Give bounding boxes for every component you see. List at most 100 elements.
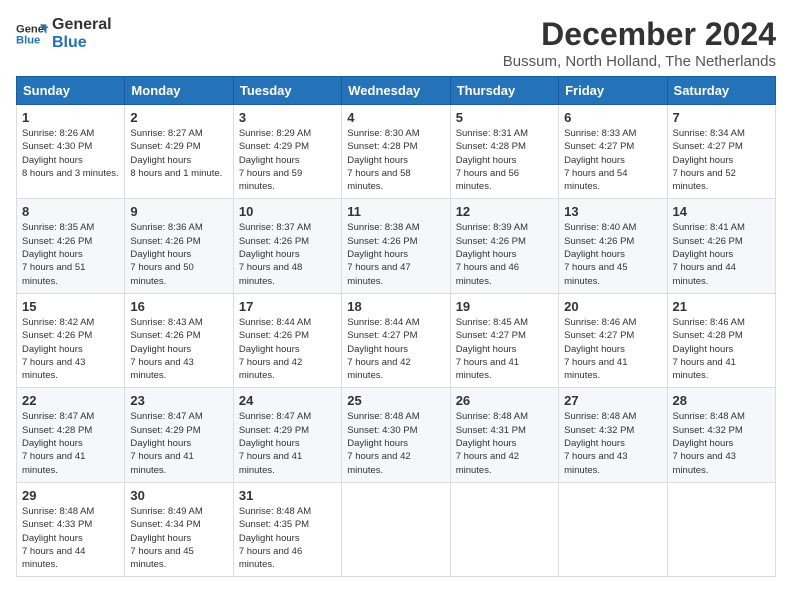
cell-content: Sunrise: 8:48 AMSunset: 4:32 PMDaylight …: [564, 411, 636, 475]
cell-content: Sunrise: 8:30 AMSunset: 4:28 PMDaylight …: [347, 128, 419, 192]
calendar-cell: 2Sunrise: 8:27 AMSunset: 4:29 PMDaylight…: [125, 105, 233, 199]
cell-content: Sunrise: 8:31 AMSunset: 4:28 PMDaylight …: [456, 128, 528, 192]
day-number: 6: [564, 110, 661, 125]
logo-general: General: [52, 16, 112, 34]
day-number: 31: [239, 488, 336, 503]
calendar-cell: 21Sunrise: 8:46 AMSunset: 4:28 PMDayligh…: [667, 293, 775, 387]
calendar-cell: 13 Sunrise: 8:40 AMSunset: 4:26 PMDayligh…: [559, 199, 667, 293]
cell-content: Sunrise: 8:44 AMSunset: 4:27 PMDaylight …: [347, 317, 419, 381]
cell-content: Sunrise: 8:47 AMSunset: 4:28 PMDaylight …: [22, 411, 94, 475]
calendar-cell: 11 Sunrise: 8:38 AMSunset: 4:26 PMDayligh…: [342, 199, 450, 293]
day-number: 28: [673, 393, 770, 408]
day-number: 30: [130, 488, 227, 503]
cell-content: Sunrise: 8:43 AMSunset: 4:26 PMDaylight …: [130, 317, 202, 381]
calendar-cell: 27 Sunrise: 8:48 AMSunset: 4:32 PMDayligh…: [559, 388, 667, 482]
weekday-header-wednesday: Wednesday: [342, 77, 450, 105]
cell-content: Sunrise: 8:48 AMSunset: 4:33 PMDaylight …: [22, 506, 94, 570]
cell-content: Sunrise: 8:36 AMSunset: 4:26 PMDaylight …: [130, 222, 202, 286]
calendar-cell: [559, 482, 667, 576]
day-number: 10: [239, 204, 336, 219]
calendar-cell: 19Sunrise: 8:45 AMSunset: 4:27 PMDayligh…: [450, 293, 558, 387]
calendar-week-5: 29Sunrise: 8:48 AMSunset: 4:33 PMDayligh…: [17, 482, 776, 576]
day-number: 12: [456, 204, 553, 219]
calendar-cell: 3 Sunrise: 8:29 AMSunset: 4:29 PMDaylight…: [233, 105, 341, 199]
weekday-header-tuesday: Tuesday: [233, 77, 341, 105]
cell-content: Sunrise: 8:38 AMSunset: 4:26 PMDaylight …: [347, 222, 419, 286]
day-number: 14: [673, 204, 770, 219]
day-number: 15: [22, 299, 119, 314]
subtitle: Bussum, North Holland, The Netherlands: [503, 53, 776, 70]
calendar-cell: 6 Sunrise: 8:33 AMSunset: 4:27 PMDaylight…: [559, 105, 667, 199]
calendar-cell: 9 Sunrise: 8:36 AMSunset: 4:26 PMDaylight…: [125, 199, 233, 293]
cell-content: Sunrise: 8:40 AMSunset: 4:26 PMDaylight …: [564, 222, 636, 286]
day-number: 22: [22, 393, 119, 408]
cell-content: Sunrise: 8:48 AMSunset: 4:35 PMDaylight …: [239, 506, 311, 570]
calendar-cell: 23Sunrise: 8:47 AMSunset: 4:29 PMDayligh…: [125, 388, 233, 482]
calendar-cell: 5 Sunrise: 8:31 AMSunset: 4:28 PMDaylight…: [450, 105, 558, 199]
cell-content: Sunrise: 8:48 AMSunset: 4:32 PMDaylight …: [673, 411, 745, 475]
calendar-cell: 22 Sunrise: 8:47 AMSunset: 4:28 PMDayligh…: [17, 388, 125, 482]
weekday-header-sunday: Sunday: [17, 77, 125, 105]
calendar-cell: 26Sunrise: 8:48 AMSunset: 4:31 PMDayligh…: [450, 388, 558, 482]
cell-content: Sunrise: 8:41 AMSunset: 4:26 PMDaylight …: [673, 222, 745, 286]
calendar-cell: 18Sunrise: 8:44 AMSunset: 4:27 PMDayligh…: [342, 293, 450, 387]
svg-text:Blue: Blue: [16, 34, 40, 46]
day-number: 23: [130, 393, 227, 408]
calendar-cell: 7 Sunrise: 8:34 AMSunset: 4:27 PMDaylight…: [667, 105, 775, 199]
day-number: 27: [564, 393, 661, 408]
cell-content: Sunrise: 8:47 AMSunset: 4:29 PMDaylight …: [239, 411, 311, 475]
calendar-cell: 15 Sunrise: 8:42 AMSunset: 4:26 PMDayligh…: [17, 293, 125, 387]
weekday-header-thursday: Thursday: [450, 77, 558, 105]
calendar-cell: 24Sunrise: 8:47 AMSunset: 4:29 PMDayligh…: [233, 388, 341, 482]
cell-content: Sunrise: 8:39 AMSunset: 4:26 PMDaylight …: [456, 222, 528, 286]
calendar-cell: 16Sunrise: 8:43 AMSunset: 4:26 PMDayligh…: [125, 293, 233, 387]
day-number: 17: [239, 299, 336, 314]
calendar-cell: 12 Sunrise: 8:39 AMSunset: 4:26 PMDayligh…: [450, 199, 558, 293]
cell-content: Sunrise: 8:29 AMSunset: 4:29 PMDaylight …: [239, 128, 311, 192]
calendar-cell: [667, 482, 775, 576]
day-number: 13: [564, 204, 661, 219]
calendar-cell: 8 Sunrise: 8:35 AMSunset: 4:26 PMDaylight…: [17, 199, 125, 293]
weekday-header-row: SundayMondayTuesdayWednesdayThursdayFrid…: [17, 77, 776, 105]
calendar-week-3: 15 Sunrise: 8:42 AMSunset: 4:26 PMDayligh…: [17, 293, 776, 387]
calendar-cell: [342, 482, 450, 576]
logo: General Blue General Blue: [16, 16, 112, 51]
calendar-week-4: 22 Sunrise: 8:47 AMSunset: 4:28 PMDayligh…: [17, 388, 776, 482]
day-number: 1: [22, 110, 119, 125]
day-number: 8: [22, 204, 119, 219]
main-title: December 2024: [503, 16, 776, 53]
calendar-cell: 4 Sunrise: 8:30 AMSunset: 4:28 PMDaylight…: [342, 105, 450, 199]
cell-content: Sunrise: 8:34 AMSunset: 4:27 PMDaylight …: [673, 128, 745, 192]
day-number: 4: [347, 110, 444, 125]
cell-content: Sunrise: 8:42 AMSunset: 4:26 PMDaylight …: [22, 317, 94, 381]
calendar-cell: 10Sunrise: 8:37 AMSunset: 4:26 PMDayligh…: [233, 199, 341, 293]
day-number: 26: [456, 393, 553, 408]
day-number: 20: [564, 299, 661, 314]
calendar-table: SundayMondayTuesdayWednesdayThursdayFrid…: [16, 76, 776, 577]
cell-content: Sunrise: 8:35 AMSunset: 4:26 PMDaylight …: [22, 222, 94, 286]
logo-blue: Blue: [52, 34, 112, 52]
calendar-week-1: 1 Sunrise: 8:26 AMSunset: 4:30 PMDaylight…: [17, 105, 776, 199]
day-number: 2: [130, 110, 227, 125]
calendar-cell: 29Sunrise: 8:48 AMSunset: 4:33 PMDayligh…: [17, 482, 125, 576]
cell-content: Sunrise: 8:44 AMSunset: 4:26 PMDaylight …: [239, 317, 311, 381]
calendar-cell: 17 Sunrise: 8:44 AMSunset: 4:26 PMDayligh…: [233, 293, 341, 387]
calendar-week-2: 8 Sunrise: 8:35 AMSunset: 4:26 PMDaylight…: [17, 199, 776, 293]
cell-content: Sunrise: 8:26 AMSunset: 4:30 PMDaylight …: [22, 128, 119, 179]
calendar-cell: 1 Sunrise: 8:26 AMSunset: 4:30 PMDaylight…: [17, 105, 125, 199]
day-number: 3: [239, 110, 336, 125]
logo-icon: General Blue: [16, 18, 48, 50]
day-number: 19: [456, 299, 553, 314]
day-number: 25: [347, 393, 444, 408]
day-number: 11: [347, 204, 444, 219]
weekday-header-saturday: Saturday: [667, 77, 775, 105]
cell-content: Sunrise: 8:46 AMSunset: 4:27 PMDaylight …: [564, 317, 636, 381]
cell-content: Sunrise: 8:46 AMSunset: 4:28 PMDaylight …: [673, 317, 745, 381]
calendar-cell: 14 Sunrise: 8:41 AMSunset: 4:26 PMDayligh…: [667, 199, 775, 293]
day-number: 5: [456, 110, 553, 125]
day-number: 9: [130, 204, 227, 219]
cell-content: Sunrise: 8:33 AMSunset: 4:27 PMDaylight …: [564, 128, 636, 192]
calendar-cell: 20 Sunrise: 8:46 AMSunset: 4:27 PMDayligh…: [559, 293, 667, 387]
calendar-cell: 30Sunrise: 8:49 AMSunset: 4:34 PMDayligh…: [125, 482, 233, 576]
day-number: 7: [673, 110, 770, 125]
